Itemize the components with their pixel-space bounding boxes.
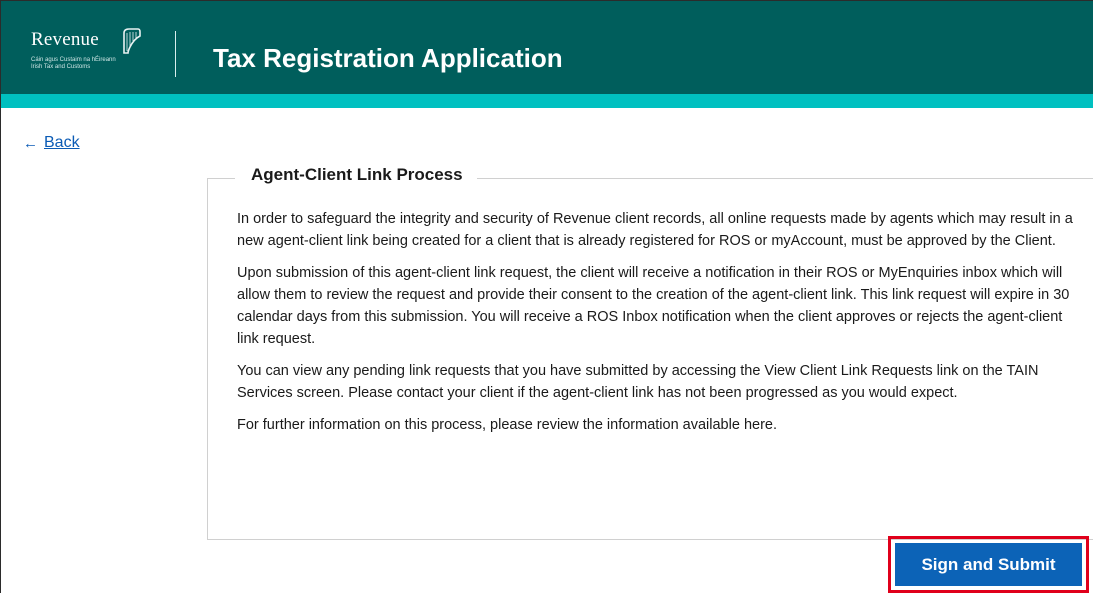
logo-wordmark: Revenue	[31, 29, 99, 50]
panel-heading: Agent-Client Link Process	[235, 165, 477, 185]
logo-subtitle: Cáin agus Custaim na hÉireann Irish Tax …	[31, 57, 146, 71]
info-paragraph: In order to safeguard the integrity and …	[237, 211, 1073, 249]
back-link-label: Back	[44, 134, 80, 151]
back-arrow-icon: ←	[23, 134, 38, 152]
header-divider	[175, 31, 176, 77]
revenue-logo[interactable]: Revenue Cáin agus Custaim na hÉireann Ir…	[31, 27, 151, 73]
logo-subtitle-irish: Cáin agus Custaim na hÉireann	[31, 57, 116, 63]
sign-and-submit-button[interactable]: Sign and Submit	[895, 543, 1082, 586]
page-title: Tax Registration Application	[213, 43, 563, 73]
header-accent-stripe	[1, 94, 1093, 108]
back-link[interactable]: ← Back	[23, 134, 80, 152]
panel-content: In order to safeguard the integrity and …	[237, 208, 1077, 446]
info-paragraph: For further information on this process,…	[237, 417, 777, 433]
page: Revenue Cáin agus Custaim na hÉireann Ir…	[0, 0, 1093, 593]
harp-icon	[123, 28, 141, 54]
logo-subtitle-english: Irish Tax and Customs	[31, 64, 91, 70]
info-paragraph: Upon submission of this agent-client lin…	[237, 265, 1070, 347]
info-paragraph: You can view any pending link requests t…	[237, 363, 1039, 401]
header-bar: Revenue Cáin agus Custaim na hÉireann Ir…	[1, 1, 1093, 94]
